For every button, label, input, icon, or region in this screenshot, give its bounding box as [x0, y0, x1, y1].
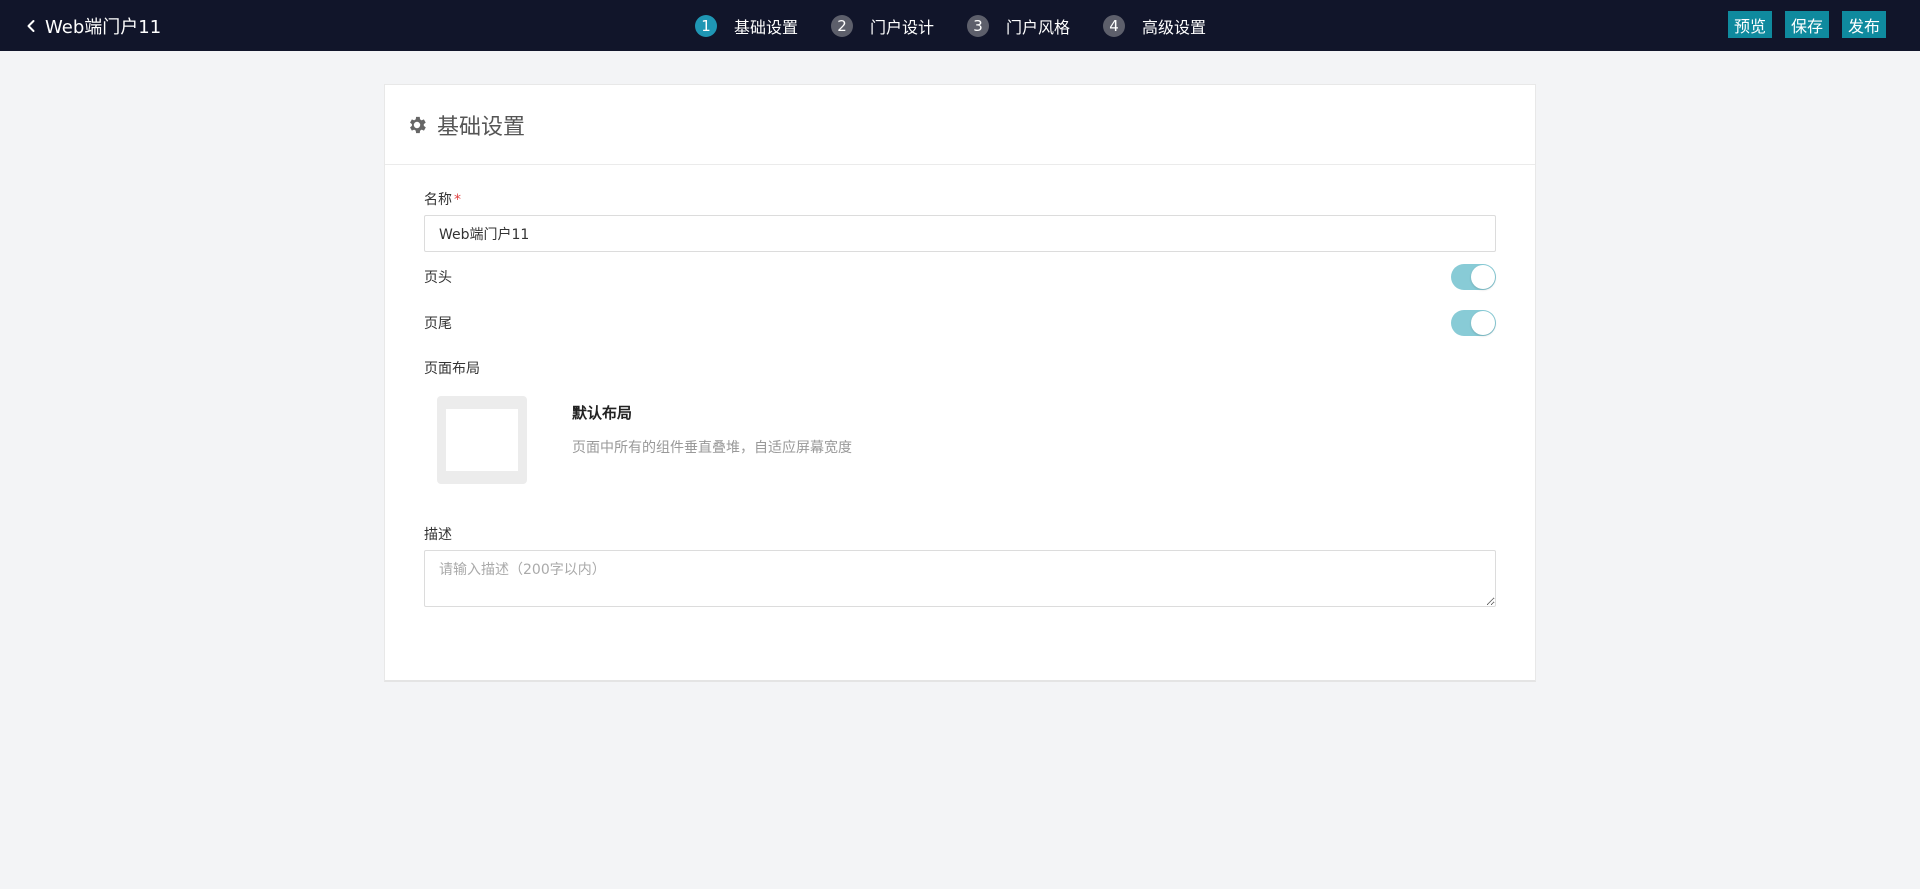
name-label: 名称 * [424, 189, 1496, 209]
layout-option-text: 默认布局 页面中所有的组件垂直叠堆，自适应屏幕宽度 [572, 396, 852, 484]
save-button[interactable]: 保存 [1784, 11, 1829, 38]
name-input[interactable] [424, 215, 1496, 252]
publish-button[interactable]: 发布 [1841, 11, 1886, 38]
step-basic-settings[interactable]: 1 基础设置 [695, 14, 798, 38]
name-label-text: 名称 [424, 192, 452, 208]
step-label: 门户风格 [1006, 17, 1071, 37]
settings-card: 基础设置 名称* 页头 页尾 页面布局 默认布局 页面中所有的组件垂直叠堆，自适… [384, 84, 1536, 682]
settings-form: 名称* 页头 页尾 页面布局 默认布局 页面中所有的组件垂直叠堆，自适应屏幕宽度… [424, 189, 1496, 611]
action-buttons: 预览 保存 发布 [1715, 11, 1886, 38]
footer-toggle[interactable] [1451, 310, 1496, 336]
toggle-knob [1471, 311, 1495, 335]
step-label: 门户设计 [870, 17, 935, 37]
step-number: 3 [967, 14, 990, 37]
footer-label: 页尾 [424, 316, 452, 332]
preview-button[interactable]: 预览 [1727, 11, 1772, 38]
top-bar: Web端门户11 1 基础设置 2 门户设计 3 门户风格 4 高级设置 预览 … [0, 0, 1920, 51]
portal-title: Web端门户11 [45, 16, 162, 38]
step-portal-style[interactable]: 3 门户风格 [967, 14, 1070, 38]
description-label: 描述 [424, 527, 452, 543]
card-heading: 基础设置 [437, 114, 526, 140]
back-button[interactable]: Web端门户11 [24, 0, 161, 51]
header-toggle-row: 页头 [424, 264, 1496, 290]
layout-thumbnail [437, 396, 527, 484]
layout-option-default[interactable]: 默认布局 页面中所有的组件垂直叠堆，自适应屏幕宽度 [424, 396, 1496, 484]
step-number: 2 [831, 14, 854, 37]
toggle-knob [1471, 265, 1495, 289]
card-header: 基础设置 [385, 85, 1535, 165]
footer-toggle-row: 页尾 [424, 310, 1496, 336]
step-portal-design[interactable]: 2 门户设计 [831, 14, 934, 38]
description-textarea[interactable] [424, 550, 1496, 607]
required-mark: * [454, 192, 461, 208]
chevron-left-icon [27, 19, 35, 32]
layout-option-description: 页面中所有的组件垂直叠堆，自适应屏幕宽度 [572, 440, 852, 456]
layout-thumbnail-inner [446, 409, 518, 471]
step-navigation: 1 基础设置 2 门户设计 3 门户风格 4 高级设置 [695, 0, 1239, 51]
step-advanced-settings[interactable]: 4 高级设置 [1103, 14, 1206, 38]
step-number: 4 [1103, 14, 1126, 37]
step-label: 基础设置 [734, 17, 799, 37]
gear-icon [410, 116, 426, 133]
layout-option-name: 默认布局 [572, 404, 633, 422]
step-number: 1 [695, 14, 717, 37]
layout-label: 页面布局 [424, 361, 480, 377]
header-label: 页头 [424, 270, 452, 286]
header-toggle[interactable] [1451, 264, 1496, 290]
step-label: 高级设置 [1142, 17, 1207, 37]
